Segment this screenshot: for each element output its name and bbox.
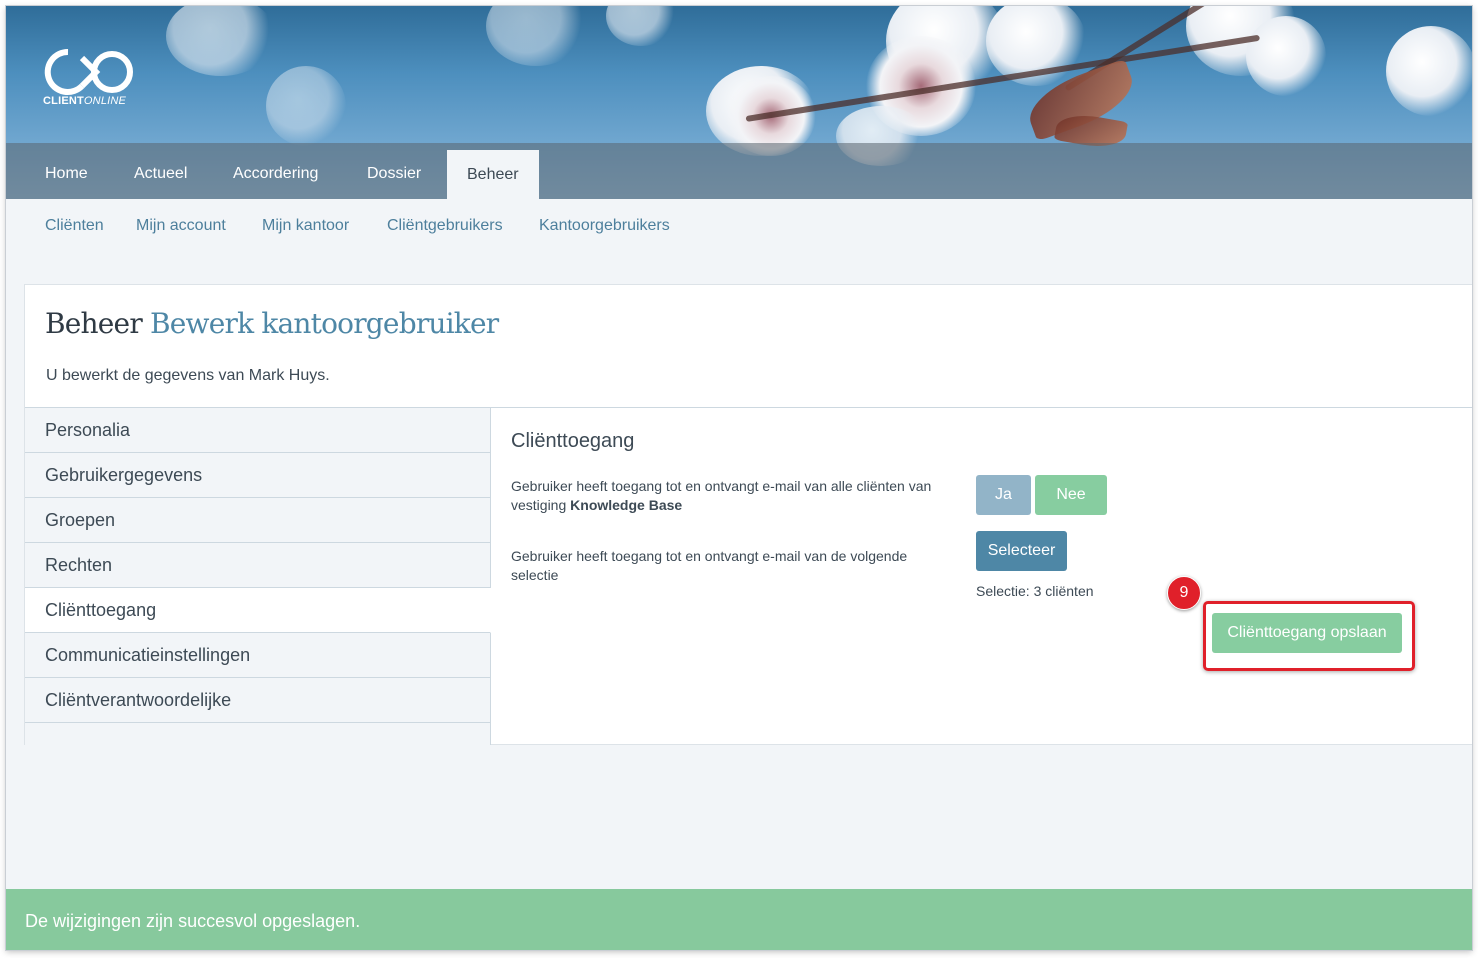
selection-description: Gebruiker heeft toegang tot en ontvangt … [511, 548, 908, 583]
all-clients-description: Gebruiker heeft toegang tot en ontvangt … [511, 478, 932, 513]
yes-button[interactable]: Ja [976, 475, 1031, 515]
edit-user-card: Beheer Bewerk kantoorgebruiker U bewerkt… [24, 284, 1472, 745]
side-menu-personalia[interactable]: Personalia [25, 408, 491, 453]
side-menu: Personalia Gebruikergegevens Groepen Rec… [25, 407, 491, 745]
page-title-prefix: Beheer [45, 307, 143, 340]
success-status-bar: De wijzigingen zijn succesvol opgeslagen… [6, 889, 1472, 950]
side-menu-communicatieinstellingen[interactable]: Communicatieinstellingen [25, 633, 491, 678]
app-window: CLIENTONLINE Home Actueel Accordering Do… [6, 6, 1472, 950]
intro-text: U bewerkt de gegevens van Mark Huys. [46, 367, 330, 384]
subnav-kantoorgebruikers[interactable]: Kantoorgebruikers [539, 217, 670, 235]
panel-heading: Cliënttoegang [511, 430, 635, 452]
tab-beheer[interactable]: Beheer [447, 150, 539, 199]
tab-actueel[interactable]: Actueel [134, 143, 187, 199]
side-menu-clienttoegang[interactable]: Cliënttoegang [25, 588, 491, 633]
side-menu-rechten[interactable]: Rechten [25, 543, 491, 588]
header-banner: CLIENTONLINE Home Actueel Accordering Do… [6, 6, 1472, 199]
selection-count: Selectie: 3 cliënten [976, 583, 1094, 599]
brand-name: CLIENTONLINE [43, 95, 127, 107]
side-menu-filler [25, 723, 491, 745]
page-title-accent: Bewerk kantoorgebruiker [150, 307, 499, 340]
tab-dossier[interactable]: Dossier [367, 143, 421, 199]
infinity-logo-icon[interactable] [38, 44, 158, 124]
sub-nav: Cliënten Mijn account Mijn kantoor Cliën… [6, 199, 1472, 253]
save-client-access-button[interactable]: Cliënttoegang opslaan [1212, 613, 1402, 653]
tab-home[interactable]: Home [45, 143, 88, 199]
subnav-mijn-kantoor[interactable]: Mijn kantoor [262, 217, 349, 235]
step-badge: 9 [1167, 576, 1201, 610]
subnav-clienten[interactable]: Cliënten [45, 217, 104, 235]
side-menu-clientverantwoordelijke[interactable]: Cliëntverantwoordelijke [25, 678, 491, 723]
tab-accordering[interactable]: Accordering [233, 143, 318, 199]
page-title: Beheer Bewerk kantoorgebruiker [45, 307, 499, 340]
subnav-clientgebruikers[interactable]: Cliëntgebruikers [387, 217, 503, 235]
branch-name: Knowledge Base [570, 497, 683, 513]
client-access-panel: Cliënttoegang Gebruiker heeft toegang to… [491, 407, 1472, 745]
side-menu-groepen[interactable]: Groepen [25, 498, 491, 543]
side-menu-gebruikergegevens[interactable]: Gebruikergegevens [25, 453, 491, 498]
select-button[interactable]: Selecteer [976, 531, 1067, 571]
main-nav: Home Actueel Accordering Dossier Beheer [6, 143, 1472, 199]
no-button[interactable]: Nee [1035, 475, 1107, 515]
subnav-mijn-account[interactable]: Mijn account [136, 217, 226, 235]
